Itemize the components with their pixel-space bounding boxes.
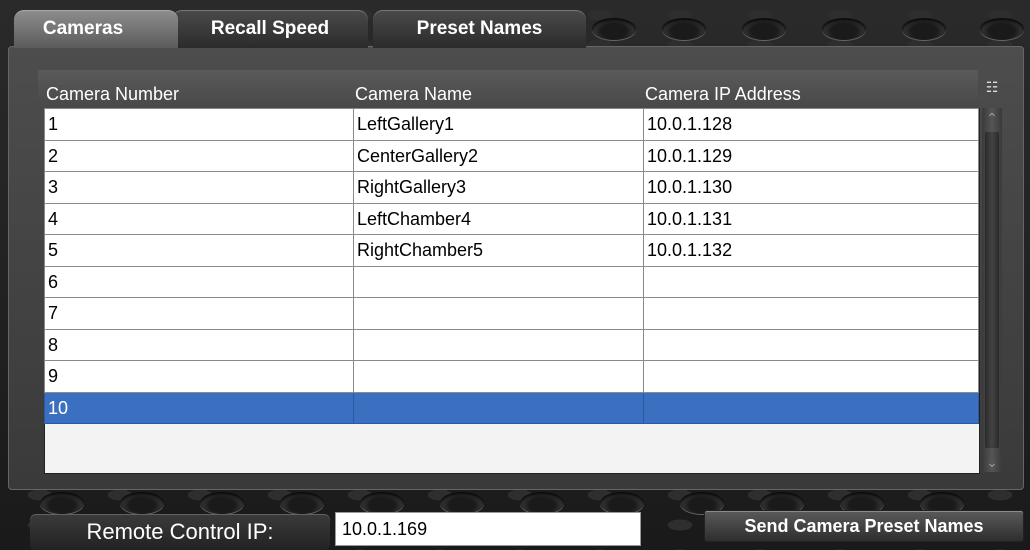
cell-camera-number[interactable]: 8: [44, 328, 354, 361]
column-header-camera-ip[interactable]: Camera IP Address: [645, 84, 801, 105]
send-camera-preset-names-button[interactable]: Send Camera Preset Names: [704, 510, 1024, 542]
cell-camera-number[interactable]: 6: [44, 265, 354, 298]
decorative-hole: [200, 492, 244, 514]
cell-camera-ip[interactable]: [643, 360, 979, 393]
grid-header: Camera Number Camera Name Camera IP Addr…: [38, 82, 978, 108]
table-row[interactable]: 6: [44, 265, 979, 298]
scrollbar-thumb[interactable]: [985, 132, 999, 448]
decorative-hole: [822, 18, 866, 40]
tab-preset-names[interactable]: Preset Names: [373, 10, 586, 48]
cell-camera-name[interactable]: LeftChamber4: [353, 202, 644, 235]
table-row[interactable]: 3 RightGallery3 10.0.1.130: [44, 171, 979, 204]
decorative-hole: [520, 492, 564, 514]
cell-camera-ip[interactable]: 10.0.1.132: [643, 234, 979, 267]
table-row[interactable]: 1 LeftGallery1 10.0.1.128: [44, 108, 979, 141]
table-row[interactable]: 8: [44, 328, 979, 361]
column-picker-icon[interactable]: ☷: [984, 78, 1000, 96]
decorative-hole: [592, 18, 636, 40]
cell-camera-ip[interactable]: 10.0.1.129: [643, 139, 979, 172]
cell-camera-number[interactable]: 2: [44, 139, 354, 172]
cell-camera-ip[interactable]: 10.0.1.130: [643, 171, 979, 204]
cell-camera-name[interactable]: RightGallery3: [353, 171, 644, 204]
cell-camera-number[interactable]: 9: [44, 360, 354, 393]
chevron-down-icon[interactable]: ⌄: [982, 452, 1002, 472]
cell-camera-name[interactable]: LeftGallery1: [353, 108, 644, 141]
decorative-hole: [902, 18, 946, 40]
cell-camera-ip[interactable]: [643, 391, 979, 424]
table-row-selected[interactable]: 10: [44, 391, 979, 424]
cell-camera-name[interactable]: [353, 328, 644, 361]
decorative-hole: [120, 492, 164, 514]
chevron-up-icon[interactable]: ⌃: [982, 108, 1002, 128]
tab-recall-speed[interactable]: Recall Speed: [172, 10, 368, 48]
cell-camera-number[interactable]: 5: [44, 234, 354, 267]
cell-camera-name[interactable]: [353, 265, 644, 298]
decorative-hole: [40, 492, 84, 514]
decorative-hole: [662, 18, 706, 40]
table-row[interactable]: 2 CenterGallery2 10.0.1.129: [44, 139, 979, 172]
decorative-hole: [280, 492, 324, 514]
tab-bar: Preset Names Recall Speed Cameras: [0, 0, 1030, 50]
table-row[interactable]: 4 LeftChamber4 10.0.1.131: [44, 202, 979, 235]
tab-cameras[interactable]: Cameras: [14, 10, 178, 48]
decorative-hole: [980, 18, 1024, 40]
cell-camera-name[interactable]: RightChamber5: [353, 234, 644, 267]
cell-camera-number[interactable]: 7: [44, 297, 354, 330]
column-header-camera-name[interactable]: Camera Name: [355, 84, 472, 105]
cell-camera-ip[interactable]: [643, 297, 979, 330]
decorative-hole: [440, 492, 484, 514]
table-row[interactable]: 7: [44, 297, 979, 330]
remote-control-ip-input[interactable]: [335, 512, 641, 546]
cell-camera-ip[interactable]: 10.0.1.128: [643, 108, 979, 141]
cell-camera-name[interactable]: [353, 360, 644, 393]
tab-label: Recall Speed: [210, 18, 330, 39]
vertical-scrollbar[interactable]: ⌃ ⌄: [982, 108, 1002, 472]
cell-camera-name[interactable]: CenterGallery2: [353, 139, 644, 172]
decorative-hole: [742, 18, 786, 40]
tab-label: Cameras: [42, 18, 124, 39]
cell-camera-number[interactable]: 3: [44, 171, 354, 204]
cell-camera-number[interactable]: 1: [44, 108, 354, 141]
table-row[interactable]: 9: [44, 360, 979, 393]
column-header-camera-number[interactable]: Camera Number: [46, 84, 179, 105]
cell-camera-name[interactable]: [353, 391, 644, 424]
cell-camera-ip[interactable]: [643, 265, 979, 298]
cell-camera-ip[interactable]: [643, 328, 979, 361]
cell-camera-number[interactable]: 4: [44, 202, 354, 235]
cell-camera-name[interactable]: [353, 297, 644, 330]
camera-table: 1 LeftGallery1 10.0.1.128 2 CenterGallery2 1…: [44, 108, 979, 424]
remote-control-ip-label: Remote Control IP:: [30, 514, 330, 550]
decorative-hole: [600, 492, 644, 514]
tab-label: Preset Names: [416, 18, 543, 39]
cell-camera-ip[interactable]: 10.0.1.131: [643, 202, 979, 235]
cell-camera-number[interactable]: 10: [44, 391, 354, 424]
table-row[interactable]: 5 RightChamber5 10.0.1.132: [44, 234, 979, 267]
decorative-hole: [360, 492, 404, 514]
